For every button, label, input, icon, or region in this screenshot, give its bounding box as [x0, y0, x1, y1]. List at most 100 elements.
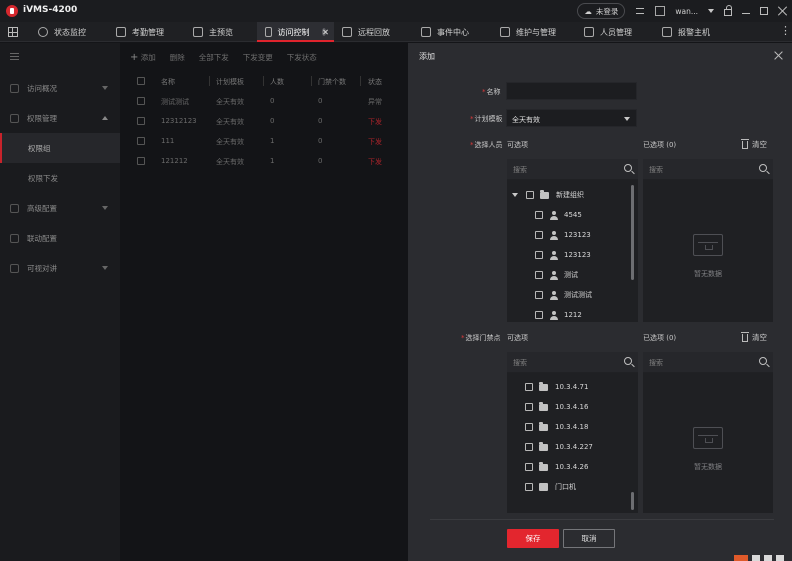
user-menu-chevron-down-icon[interactable] [708, 9, 714, 13]
sidebar-item-advanced[interactable]: 高级配置 [0, 193, 120, 223]
door-label-text: 选择门禁点 [465, 334, 501, 342]
sidebar: 访问概况 权限管理 权限组 权限下发 高级配置 联动配置 可视对讲 [0, 43, 120, 561]
search-icon[interactable] [624, 357, 632, 365]
selected-person-search-input[interactable]: 搜索 [643, 159, 773, 180]
tab-event-center[interactable]: 事件中心 [421, 22, 469, 42]
row-checkbox[interactable] [137, 117, 145, 125]
search-icon[interactable] [759, 357, 767, 365]
table-row[interactable]: 121212 全天有效 1 0 下发 [120, 151, 408, 171]
permission-icon [10, 113, 19, 123]
tray-icon[interactable] [752, 555, 760, 561]
selected-door-search-input[interactable]: 搜索 [643, 352, 773, 373]
tray-app-icon[interactable] [734, 555, 748, 561]
tray-icon[interactable] [764, 555, 772, 561]
person-checkbox[interactable] [535, 251, 543, 259]
expand-triangle-icon[interactable] [512, 193, 518, 197]
tray-icon[interactable] [776, 555, 784, 561]
sidebar-item-intercom[interactable]: 可视对讲 [0, 253, 120, 283]
door-row[interactable]: 10.3.4.227 [525, 437, 593, 457]
door-checkbox[interactable] [525, 423, 533, 431]
door-search-input[interactable]: 搜索 [507, 352, 638, 373]
module-grid-icon[interactable] [8, 27, 18, 37]
schedule-template-select[interactable]: 全天有效 [506, 109, 637, 127]
search-icon[interactable] [759, 164, 767, 172]
person-row[interactable]: 123123 [535, 245, 591, 265]
door-list-scrollbar[interactable] [631, 492, 634, 510]
row-checkbox[interactable] [137, 157, 145, 165]
row-checkbox[interactable] [137, 97, 145, 105]
person-list-scrollbar[interactable] [631, 185, 634, 280]
table-row[interactable]: 111 全天有效 1 0 下发 [120, 131, 408, 151]
person-row[interactable]: 测试 [535, 265, 578, 285]
lock-icon[interactable] [724, 5, 732, 16]
sidebar-item-permission-group[interactable]: 权限组 [0, 133, 120, 163]
person-checkbox[interactable] [535, 291, 543, 299]
person-checkbox[interactable] [535, 231, 543, 239]
door-checkbox[interactable] [525, 383, 533, 391]
select-all-checkbox[interactable] [137, 77, 145, 85]
person-row[interactable]: 测试测试 [535, 285, 592, 305]
door-checkbox[interactable] [525, 403, 533, 411]
add-button[interactable]: + 添加 [130, 52, 156, 63]
tab-person-management[interactable]: 人员管理 [584, 22, 632, 42]
tab-attendance[interactable]: 考勤管理 [116, 22, 164, 42]
maximize-button[interactable] [760, 7, 768, 15]
tab-close-icon[interactable] [321, 28, 326, 36]
cancel-button[interactable]: 取消 [563, 529, 615, 548]
preview-icon [193, 27, 203, 37]
tree-group-row[interactable]: 新建组织 [512, 185, 584, 205]
person-checkbox[interactable] [535, 271, 543, 279]
tab-access-control[interactable]: 访问控制 [257, 22, 334, 42]
delete-button[interactable]: 删除 [170, 52, 185, 63]
image-icon[interactable] [655, 6, 666, 16]
door-row[interactable]: 门口机 [525, 477, 576, 497]
save-button[interactable]: 保存 [507, 529, 559, 548]
apply-all-button[interactable]: 全部下发 [199, 52, 229, 63]
sidebar-item-permission-apply[interactable]: 权限下发 [0, 163, 120, 193]
more-icon[interactable] [780, 24, 791, 37]
close-window-button[interactable] [778, 6, 788, 16]
door-checkbox[interactable] [525, 483, 533, 491]
dialog-close-icon[interactable] [774, 51, 783, 60]
apply-status-button[interactable]: 下发状态 [287, 52, 317, 63]
group-checkbox[interactable] [526, 191, 534, 199]
person-clear-button[interactable]: 清空 [741, 139, 767, 150]
sidebar-collapse-button[interactable] [0, 43, 120, 73]
tab-label: 维护与管理 [516, 27, 556, 37]
tab-alarm-host[interactable]: 报警主机 [662, 22, 710, 42]
person-row[interactable]: 123123 [535, 225, 591, 245]
person-checkbox[interactable] [535, 211, 543, 219]
door-available-label: 可选项 [507, 334, 528, 342]
minimize-button[interactable] [742, 12, 750, 14]
apply-changes-button[interactable]: 下发变更 [243, 52, 273, 63]
sidebar-item-linkage[interactable]: 联动配置 [0, 223, 120, 253]
tab-maintenance[interactable]: 维护与管理 [500, 22, 556, 42]
door-clear-button[interactable]: 清空 [741, 332, 767, 343]
sidebar-item-permission[interactable]: 权限管理 [0, 103, 120, 133]
door-row[interactable]: 10.3.4.16 [525, 397, 588, 417]
person-row[interactable]: 4545 [535, 205, 582, 225]
table-row[interactable]: 测试测试 全天有效 0 0 异常 [120, 91, 408, 111]
door-row[interactable]: 10.3.4.71 [525, 377, 588, 397]
tab-remote-playback[interactable]: 远程回放 [342, 22, 390, 42]
template-selected-value: 全天有效 [512, 116, 540, 124]
search-icon[interactable] [624, 164, 632, 172]
door-row[interactable]: 10.3.4.26 [525, 457, 588, 477]
person-search-input[interactable]: 搜索 [507, 159, 638, 180]
sidebar-item-overview[interactable]: 访问概况 [0, 73, 120, 103]
message-icon[interactable] [635, 6, 645, 16]
tab-main-view[interactable]: 主预览 [193, 22, 233, 42]
door-row[interactable]: 10.3.4.18 [525, 417, 588, 437]
table-row[interactable]: 12312123 全天有效 0 0 下发 [120, 111, 408, 131]
login-status-button[interactable]: ☁ 未登录 [577, 3, 626, 19]
name-input[interactable] [506, 82, 637, 100]
person-row[interactable]: 1212 [535, 305, 582, 325]
user-name[interactable]: wan... [675, 7, 698, 16]
door-checkbox[interactable] [525, 463, 533, 471]
person-checkbox[interactable] [535, 311, 543, 319]
door-checkbox[interactable] [525, 443, 533, 451]
row-checkbox[interactable] [137, 137, 145, 145]
tab-status-monitor[interactable]: 状态监控 [38, 22, 86, 42]
person-select-label: *选择人员 [470, 141, 503, 149]
cell-doors: 0 [318, 137, 323, 145]
